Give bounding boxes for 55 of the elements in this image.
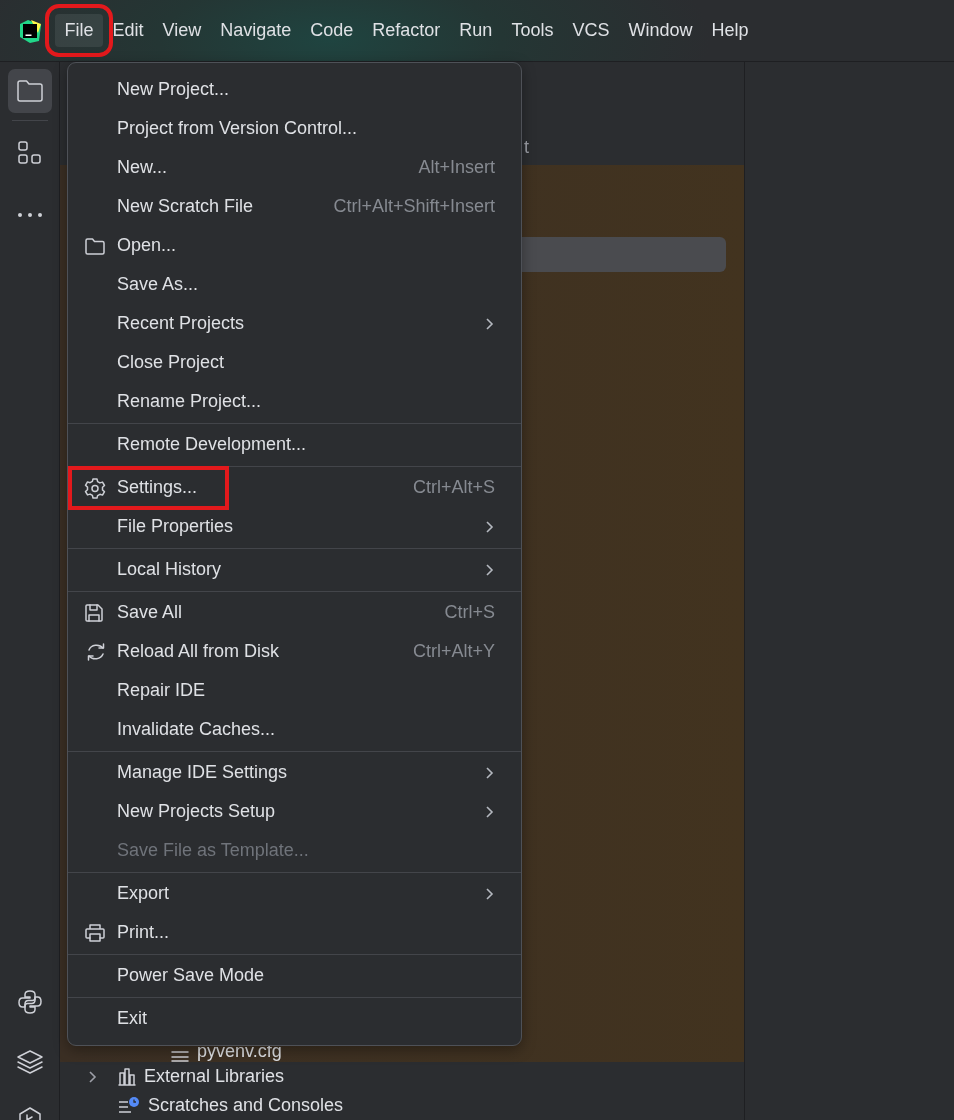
tool-window-button[interactable] xyxy=(7,69,52,113)
menu-item[interactable]: New... Alt+Insert xyxy=(68,148,521,187)
tree-item-label[interactable]: Scratches and Consoles xyxy=(148,1095,344,1116)
menu-item[interactable]: Project from Version Control... xyxy=(68,109,521,148)
tab-label[interactable]: t xyxy=(524,137,529,158)
menu-item[interactable]: View xyxy=(153,14,211,47)
menu-item[interactable]: Exit xyxy=(68,999,521,1038)
menu-item[interactable]: Invalidate Caches... xyxy=(68,710,521,749)
menu-item[interactable]: VCS xyxy=(562,14,619,47)
menu-item[interactable]: Tools xyxy=(501,14,563,47)
menu-item[interactable]: New Projects Setup xyxy=(68,792,521,831)
menu-item[interactable]: File Properties xyxy=(68,507,521,546)
menu-item[interactable]: Help xyxy=(701,14,758,47)
menu-item[interactable]: Manage IDE Settings xyxy=(68,753,521,792)
menu-item[interactable]: Close Project xyxy=(68,343,521,382)
menu-item[interactable]: Window xyxy=(618,14,702,47)
menu-item[interactable]: New Project... xyxy=(68,70,521,109)
menu-item[interactable]: Local History xyxy=(68,550,521,589)
menu-item[interactable]: Remote Development... xyxy=(68,425,521,464)
shortcut-label: Ctrl+Alt+S xyxy=(412,477,495,498)
tree-item-label[interactable]: External Libraries xyxy=(144,1066,285,1087)
menu-item[interactable]: Save As... xyxy=(68,265,521,304)
shortcut-label: Ctrl+S xyxy=(444,602,495,623)
shortcut-label: Ctrl+Alt+Y xyxy=(412,641,495,662)
menu-item[interactable]: New Scratch File Ctrl+Alt+Shift+Insert xyxy=(68,187,521,226)
menu-item[interactable]: Edit xyxy=(103,14,154,47)
menu-item[interactable]: Navigate xyxy=(210,14,301,47)
shortcut-label: Alt+Insert xyxy=(418,157,495,178)
library-icon xyxy=(117,1066,137,1087)
menu-item[interactable]: Save All Ctrl+S xyxy=(68,593,521,632)
menu-item[interactable]: Reload All from Disk Ctrl+Alt+Y xyxy=(68,632,521,671)
menu-item[interactable]: Print... xyxy=(68,913,521,952)
menu-item[interactable]: Settings... Ctrl+Alt+S xyxy=(68,468,521,507)
menu-item[interactable]: Export xyxy=(68,874,521,913)
menu-item[interactable]: Code xyxy=(300,14,363,47)
app-logo-icon[interactable] xyxy=(17,17,43,44)
folder-icon xyxy=(15,79,44,103)
more-icon xyxy=(16,212,43,218)
menu-item[interactable]: Open... xyxy=(68,226,521,265)
folder-icon xyxy=(84,236,106,255)
shortcut-label: Ctrl+Alt+Shift+Insert xyxy=(333,196,495,217)
shapes-icon xyxy=(16,140,43,166)
chevron-right-icon[interactable] xyxy=(88,1069,98,1084)
menu-item[interactable]: Refactor xyxy=(362,14,450,47)
settings-icon xyxy=(84,476,106,499)
file-lines-icon xyxy=(170,1048,190,1062)
python-icon xyxy=(16,989,43,1015)
menu-item[interactable]: Repair IDE xyxy=(68,671,521,710)
layers-icon xyxy=(15,1049,44,1075)
menu-item[interactable]: Power Save Mode xyxy=(68,956,521,995)
menu-item[interactable]: Recent Projects xyxy=(68,304,521,343)
printer-icon xyxy=(84,922,106,943)
scratches-icon xyxy=(117,1095,141,1116)
menu-item[interactable]: Run xyxy=(449,14,502,47)
menu-item[interactable]: Rename Project... xyxy=(68,382,521,421)
